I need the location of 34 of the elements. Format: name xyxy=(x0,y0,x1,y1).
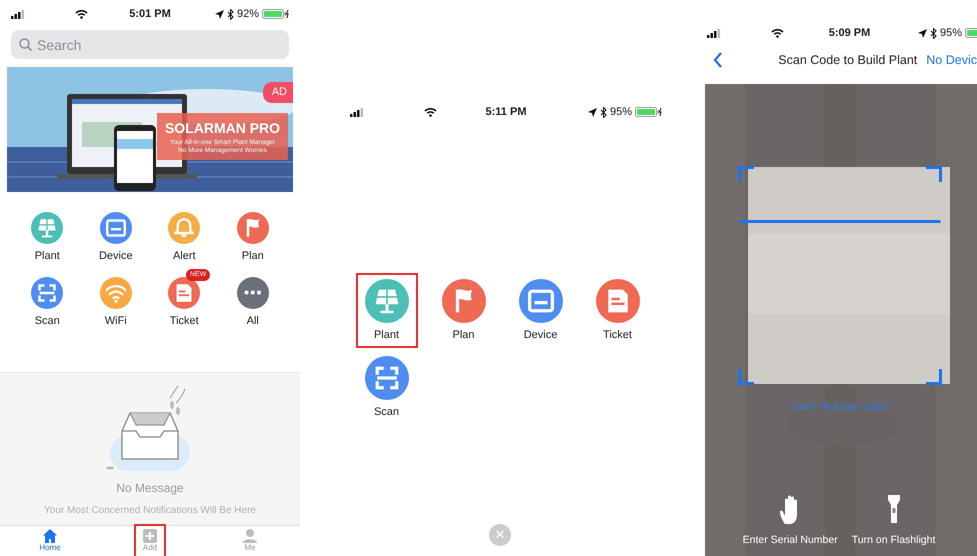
shortcut-item[interactable]: Device xyxy=(512,275,570,346)
scan-action-button[interactable]: Enter Serial Number xyxy=(742,494,838,548)
shortcut-label[interactable]: Plant xyxy=(34,248,60,264)
tab-button[interactable]: Home xyxy=(33,526,67,556)
shortcut-label: Ticket xyxy=(603,328,632,343)
shortcut-item[interactable]: Plant xyxy=(358,275,416,346)
empty-title: No Message xyxy=(116,480,184,497)
status-time: 5:01 PM xyxy=(129,7,171,22)
shortcut-label: Scan xyxy=(374,404,400,420)
banner-title: SOLARMAN PRO xyxy=(164,119,282,138)
status-time: 5:11 PM xyxy=(486,105,526,120)
battery-percent: 95% xyxy=(610,105,632,120)
battery-percent: 92% xyxy=(236,7,259,22)
shortcut-label[interactable]: Ticket xyxy=(170,312,199,329)
shortcut-label: Plant xyxy=(374,328,400,343)
shortcut-label: Plan xyxy=(452,328,475,343)
search-field[interactable]: Search xyxy=(11,30,289,59)
shortcut-label[interactable]: Plan xyxy=(242,248,264,264)
shortcut-item[interactable]: Plan xyxy=(434,275,492,346)
shortcut-label[interactable]: WiFi xyxy=(104,312,127,329)
shortcut-item[interactable]: Ticket xyxy=(588,275,646,346)
no-device-link[interactable]: No Devic xyxy=(926,50,977,70)
shortcut-label: Device xyxy=(524,328,558,343)
shortcut-label[interactable]: All xyxy=(246,312,259,329)
empty-hint: Your Most Concerned Notifications Will Be Here xyxy=(44,504,256,518)
shortcut-label[interactable]: Scan xyxy=(34,312,60,329)
screen-title: Scan Code to Build Plant xyxy=(778,52,918,69)
ad-badge: AD xyxy=(262,82,293,102)
shortcut-label[interactable]: Device xyxy=(98,248,133,264)
battery-percent: 95% xyxy=(940,26,962,41)
scan-action-button[interactable]: Turn on Flashlight xyxy=(852,494,936,548)
shortcut-item[interactable]: Scan xyxy=(358,352,416,422)
status-time: 5:09 PM xyxy=(828,26,870,41)
shortcut-label[interactable]: Alert xyxy=(172,248,196,264)
